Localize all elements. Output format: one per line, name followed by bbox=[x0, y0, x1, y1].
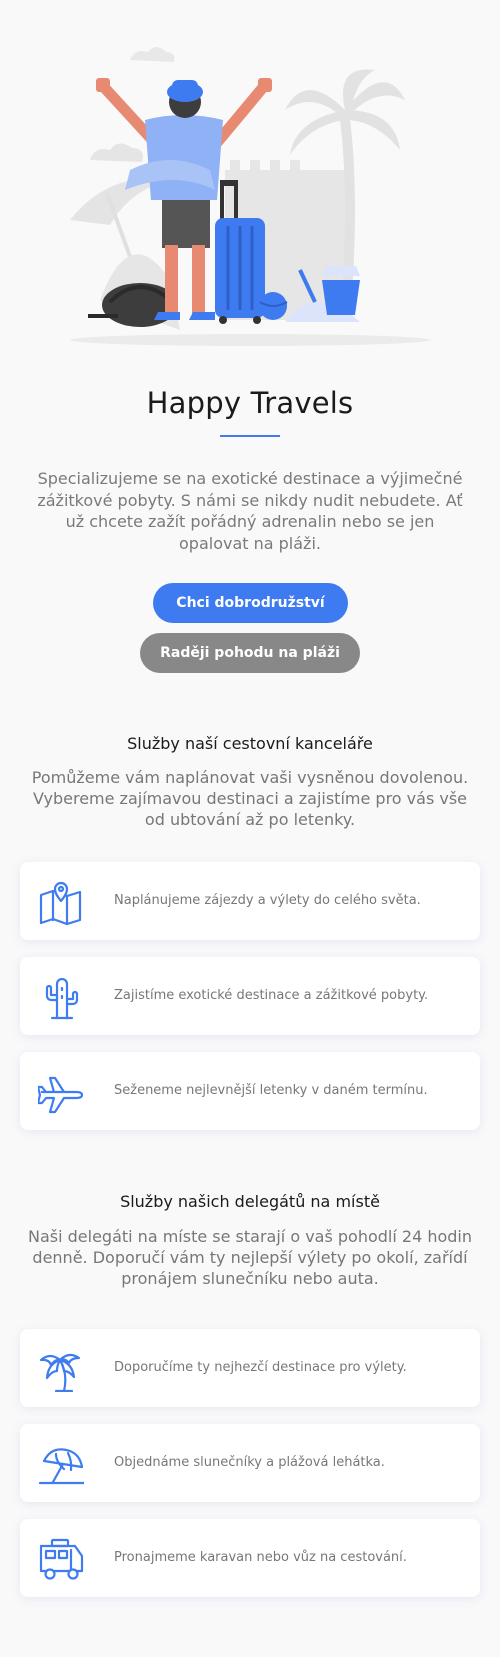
service-label: Pronajmeme karavan nebo vůz na cestování… bbox=[114, 1550, 407, 1565]
service-card-trips: Naplánujeme zájezdy a výlety do celého s… bbox=[20, 862, 480, 940]
service-label: Objednáme slunečníky a plážová lehátka. bbox=[114, 1455, 385, 1470]
airplane-icon bbox=[38, 1076, 84, 1114]
adventure-button[interactable]: Chci dobrodružství bbox=[153, 583, 348, 623]
camper-van-icon bbox=[39, 1538, 84, 1580]
service-card-sunbeds: Objednáme slunečníky a plážová lehátka. bbox=[20, 1424, 480, 1502]
service-card-flights: Seženeme nejlevnější letenky v daném ter… bbox=[20, 1052, 480, 1130]
title-underline bbox=[220, 435, 280, 437]
service-label: Zajistíme exotické destinace a zážitkové… bbox=[114, 988, 429, 1003]
page: Happy Travels Specializujeme se na exoti… bbox=[0, 0, 500, 1657]
page-title: Happy Travels bbox=[146, 386, 354, 420]
agency-services-title: Služby naší cestovní kanceláře bbox=[127, 734, 373, 753]
service-label: Naplánujeme zájezdy a výlety do celého s… bbox=[114, 893, 421, 908]
agency-services-text: Pomůžeme vám naplánovat vaši vysněnou do… bbox=[31, 768, 469, 829]
beach-umbrella-icon bbox=[38, 1448, 84, 1485]
traveler-illustration bbox=[70, 47, 430, 346]
service-label: Doporučíme ty nejhezčí destinace pro výl… bbox=[114, 1360, 407, 1375]
service-card-excursions: Doporučíme ty nejhezčí destinace pro výl… bbox=[20, 1329, 480, 1407]
hero-description: Specializujeme se na exotické destinace … bbox=[37, 469, 463, 553]
cactus-icon bbox=[45, 977, 79, 1020]
delegate-services-text: Naši delegáti na míste se starají o vaš … bbox=[27, 1227, 473, 1288]
service-card-camper: Pronajmeme karavan nebo vůz na cestování… bbox=[20, 1519, 480, 1597]
beach-relax-button[interactable]: Raději pohodu na pláži bbox=[140, 633, 360, 673]
map-pin-icon bbox=[39, 881, 82, 925]
palm-tree-icon bbox=[39, 1353, 81, 1392]
delegate-services-title: Služby našich delegátů na místě bbox=[120, 1192, 380, 1211]
service-label: Seženeme nejlevnější letenky v daném ter… bbox=[114, 1083, 428, 1098]
service-card-destinations: Zajistíme exotické destinace a zážitkové… bbox=[20, 957, 480, 1035]
